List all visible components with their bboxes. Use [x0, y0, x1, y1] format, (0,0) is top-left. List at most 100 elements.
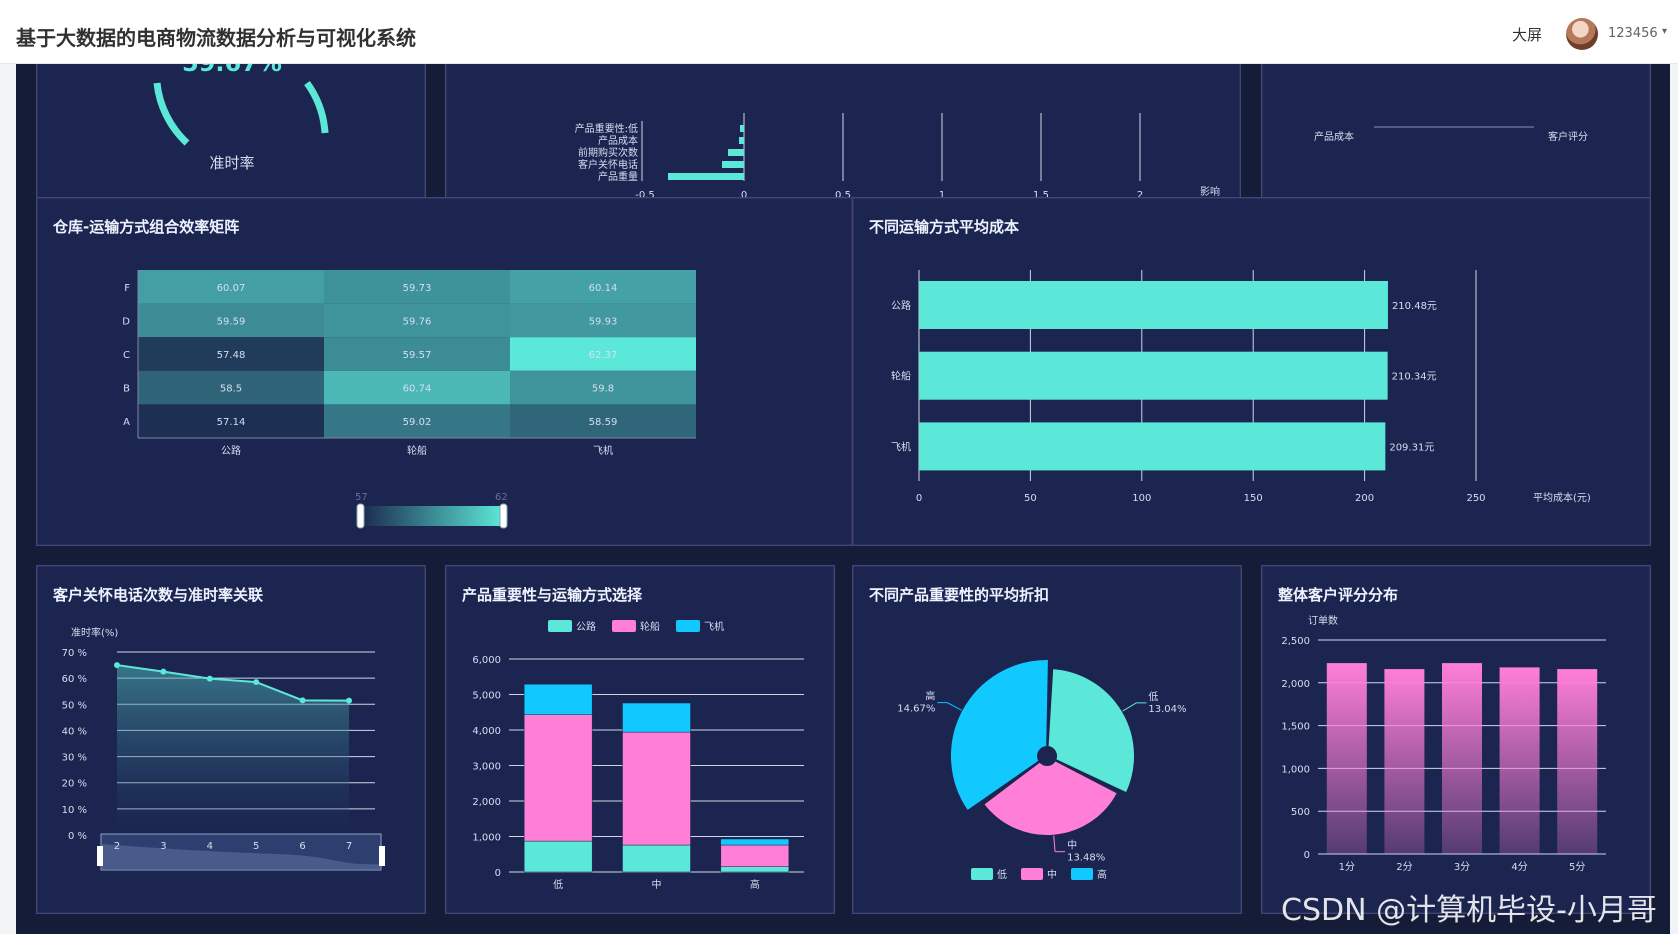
care-y-tick: 40 %	[62, 726, 87, 737]
stack-bar-segment	[622, 702, 691, 733]
stack-legend-label: 飞机	[704, 620, 724, 633]
care-point	[299, 697, 306, 704]
cluster-label-rating: 客户评分	[1548, 130, 1588, 143]
stack-bar-segment	[720, 866, 790, 873]
stack-y-tick: 2,000	[472, 797, 501, 808]
stack-bar-segment	[622, 844, 691, 873]
pie-label-value: 13.04%	[1148, 704, 1186, 715]
avg-cost-panel: 不同运输方式平均成本 0 50 100 150 200 250 公路 210.48元 轮船 21…	[852, 197, 1651, 546]
stack-y-tick: 3,000	[472, 762, 501, 773]
heatmap-cell-value: 57.48	[217, 350, 246, 361]
importance-mode-panel: 产品重要性与运输方式选择 公路 轮船 飞机 6,000 5,000 4,000 3,000…	[445, 565, 835, 914]
stack-y-tick: 1,000	[472, 833, 501, 844]
ratings-y-tick: 1,000	[1281, 764, 1310, 775]
stack-x-label: 中	[652, 878, 662, 891]
watermark: CSDN @计算机毕设-小月哥	[1281, 893, 1657, 928]
ratings-y-tick: 1,500	[1281, 722, 1310, 733]
pie-label-name: 中	[1067, 839, 1077, 852]
cost-value-label: 210.48元	[1392, 301, 1437, 312]
heatmap-row-label: B	[123, 384, 130, 395]
stack-y-tick: 6,000	[472, 655, 501, 666]
heatmap-cell-value: 60.07	[217, 283, 246, 294]
ratings-x-label: 1分	[1339, 861, 1355, 873]
heatmap-panel: 仓库-运输方式组合效率矩阵 60.07 59.73 60.14 59.59 59.76 5…	[36, 197, 853, 546]
care-y-tick: 50 %	[62, 700, 87, 711]
stack-legend-swatch	[676, 620, 700, 632]
discount-chart: 低13.04%中13.48%高14.67% 低中高	[897, 658, 1187, 881]
impact-label: 产品重量	[598, 170, 638, 183]
heatmap-row-label: D	[122, 316, 130, 327]
cost-bar	[919, 422, 1386, 471]
impact-label: 前期购买次数	[578, 146, 638, 159]
gauge-value: 59.67%	[182, 64, 282, 77]
care-point	[206, 675, 213, 682]
stack-bar-segment	[523, 714, 593, 842]
ratings-bar	[1384, 669, 1425, 854]
scrollbar[interactable]	[1670, 64, 1678, 934]
heatmap-cell-value: 60.14	[589, 283, 618, 294]
ratings-chart: 订单数 2,500 2,000 1,500 1,000 500 0 1分 2分 3分 4分 5分	[1281, 614, 1606, 873]
visualmap-max-label: 62	[495, 492, 508, 503]
heatmap-col-label: 飞机	[593, 444, 613, 457]
datazoom-handle-left[interactable]	[97, 846, 103, 866]
stack-legend-swatch	[548, 620, 572, 632]
chevron-down-icon[interactable]: ▾	[1662, 26, 1667, 37]
visualmap-handle-min[interactable]	[356, 503, 365, 529]
stack-bar-segment	[523, 840, 593, 873]
pie-label-line	[947, 702, 962, 711]
ratings-x-label: 2分	[1396, 861, 1412, 873]
cluster-label-cost: 产品成本	[1314, 130, 1354, 143]
impact-bar	[740, 125, 744, 132]
ratings-bar	[1499, 667, 1540, 854]
care-x-label: 4	[207, 841, 213, 852]
cost-tick: 0	[916, 493, 922, 504]
heatmap-col-label: 公路	[221, 444, 241, 457]
stack-bar-segment	[720, 844, 790, 867]
care-point	[160, 668, 167, 675]
gauge-label: 准时率	[209, 154, 254, 172]
care-y-tick: 0 %	[68, 831, 87, 842]
care-y-tick: 20 %	[62, 779, 87, 790]
cost-category-label: 飞机	[891, 440, 911, 453]
importance-mode-chart: 公路 轮船 飞机 6,000 5,000 4,000 3,000 2,000 1,000 0 低…	[472, 620, 804, 891]
heatmap-cell-value: 58.59	[589, 417, 618, 428]
heatmap-row-label: C	[123, 350, 130, 361]
ratings-y-name: 订单数	[1308, 614, 1338, 627]
pie-legend-label: 低	[997, 868, 1007, 881]
stack-bar-segment	[523, 683, 593, 715]
importance-mode-legend: 公路 轮船 飞机	[548, 620, 724, 633]
ratings-bar	[1442, 663, 1482, 854]
ratings-bar	[1326, 663, 1367, 854]
care-x-label: 7	[346, 841, 352, 852]
datazoom-slider[interactable]	[97, 833, 385, 871]
care-x-label: 3	[160, 841, 166, 852]
big-screen-link[interactable]: 大屏	[1512, 24, 1542, 45]
pie-legend-label: 高	[1097, 868, 1107, 881]
heatmap-chart: 60.07 59.73 60.14 59.59 59.76 59.93 57.48 59.57…	[122, 270, 696, 529]
ratings-y-tick: 500	[1291, 807, 1310, 818]
care-point	[114, 662, 120, 669]
heatmap-row-label: A	[123, 417, 130, 428]
cost-tick: 200	[1355, 493, 1374, 504]
impact-label: 产品成本	[598, 134, 638, 147]
heatmap-col-label: 轮船	[407, 444, 427, 457]
cost-tick: 100	[1132, 493, 1151, 504]
username[interactable]: 123456	[1608, 26, 1658, 41]
gauge-arc-right	[304, 80, 329, 134]
visualmap-handle-max[interactable]	[499, 503, 508, 529]
impact-bar	[739, 137, 744, 144]
cost-bar	[919, 281, 1388, 329]
avatar[interactable]	[1566, 18, 1598, 50]
datazoom-handle-right[interactable]	[379, 846, 385, 866]
avg-cost-axis-name: 平均成本(元)	[1533, 491, 1591, 504]
cost-category-label: 公路	[891, 299, 911, 312]
heatmap-cell-value: 62.37	[589, 350, 618, 361]
heatmap-cell-value: 59.59	[217, 316, 246, 327]
pie-label-line	[1122, 702, 1137, 712]
impact-bar	[668, 173, 744, 180]
ratings-x-label: 5分	[1569, 861, 1585, 873]
stack-legend-swatch	[612, 620, 636, 632]
impact-label: 客户关怀电话	[578, 158, 638, 171]
top-bar: 基于大数据的电商物流数据分析与可视化系统 大屏 123456 ▾	[0, 0, 1678, 64]
pie-center-hole	[1039, 748, 1055, 764]
